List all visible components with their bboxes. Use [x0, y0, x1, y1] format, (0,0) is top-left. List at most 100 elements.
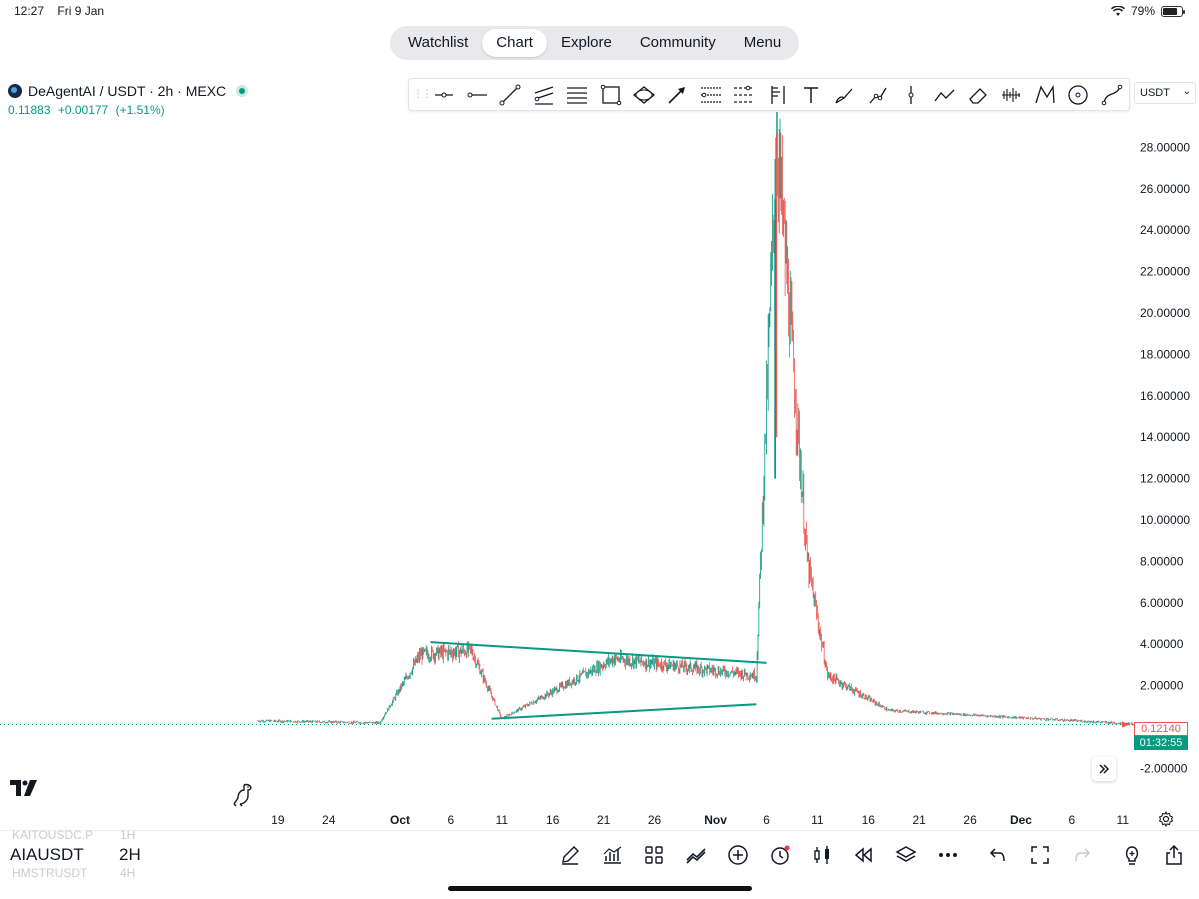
- candles: [257, 112, 1143, 726]
- alert-button[interactable]: [767, 842, 793, 868]
- parallel-channel-icon[interactable]: [527, 80, 560, 110]
- vertical-marker-icon[interactable]: [894, 80, 927, 110]
- fullscreen-button[interactable]: [1027, 842, 1053, 868]
- price-tick-label: 6.00000: [1140, 596, 1184, 610]
- redo-icon: [1075, 848, 1091, 862]
- compare-icon: [686, 848, 706, 864]
- price-tick-label: 10.00000: [1140, 513, 1190, 527]
- redo-button[interactable]: [1069, 842, 1095, 868]
- current-timeframe[interactable]: 2H: [119, 845, 141, 865]
- price-tick-label: 30.00000: [1140, 112, 1190, 113]
- share-button[interactable]: [1161, 842, 1187, 868]
- picker-next-item[interactable]: HMSTRUSDT 4H: [12, 866, 135, 880]
- curve-icon[interactable]: [1095, 80, 1128, 110]
- picker-prev-symbol: KAITOUSDC.P: [12, 828, 94, 842]
- horizontal-ray-icon[interactable]: [460, 80, 493, 110]
- share-icon: [1166, 844, 1182, 865]
- legend-title[interactable]: DeAgentAI / USDT · 2h · MEXC: [28, 83, 226, 99]
- status-date: Fri 9 Jan: [57, 4, 105, 18]
- wave-pattern-icon[interactable]: [995, 80, 1028, 110]
- scroll-to-realtime-button[interactable]: [1092, 757, 1116, 781]
- time-tick-label: 16: [862, 813, 876, 827]
- fib-retracement-icon[interactable]: [694, 80, 727, 110]
- price-tick-label: 16.00000: [1140, 389, 1190, 403]
- tab-watchlist[interactable]: Watchlist: [394, 29, 482, 57]
- status-time: 12:27: [14, 4, 45, 18]
- replay-icon: [854, 847, 872, 863]
- time-tick-label: 24: [322, 813, 336, 827]
- replay-button[interactable]: [851, 842, 877, 868]
- ideas-button[interactable]: [1119, 842, 1145, 868]
- chart-settings-icon[interactable]: [1158, 811, 1174, 827]
- legend-title-row: DeAgentAI / USDT · 2h · MEXC: [8, 83, 249, 99]
- tab-chart[interactable]: Chart: [482, 29, 547, 57]
- circle-icon[interactable]: [1061, 80, 1094, 110]
- price-chart[interactable]: 30.00000 28.00000 26.00000 24.00000 22.00000…: [0, 112, 1199, 830]
- tradingview-logo: [10, 780, 38, 801]
- price-tick-label: -2.00000: [1140, 761, 1188, 775]
- fib-extension-icon[interactable]: [728, 80, 761, 110]
- price-tick-label: 14.00000: [1140, 430, 1190, 444]
- trendline[interactable]: [491, 703, 757, 720]
- picker-next-timeframe: 4H: [120, 866, 136, 880]
- chart-type-button[interactable]: [809, 842, 835, 868]
- chevron-down-icon: ⌄: [1182, 86, 1191, 97]
- compare-button[interactable]: [683, 842, 709, 868]
- price-tick-label: 24.00000: [1140, 223, 1190, 237]
- battery-fill: [1163, 7, 1178, 15]
- tab-community[interactable]: Community: [626, 29, 730, 57]
- indicators-icon: [603, 846, 622, 864]
- trend-angle-icon[interactable]: [427, 80, 460, 110]
- rectangle-icon[interactable]: [594, 80, 627, 110]
- tab-explore[interactable]: Explore: [547, 29, 626, 57]
- horizontal-lines-icon[interactable]: [561, 80, 594, 110]
- object-tree-button[interactable]: [893, 842, 919, 868]
- xabcd-pattern-icon[interactable]: [1028, 80, 1061, 110]
- draw-button[interactable]: [557, 842, 583, 868]
- price-axis: 30.00000 28.00000 26.00000 24.00000 22.00000…: [1140, 112, 1190, 775]
- ellipse-icon[interactable]: [627, 80, 660, 110]
- trendlines: [430, 641, 767, 720]
- status-bar: 12:27 Fri 9 Jan 79%: [0, 0, 1199, 22]
- time-tick-label: 21: [597, 813, 611, 827]
- price-tick-label: 22.00000: [1140, 265, 1190, 279]
- price-tick-label: 8.00000: [1140, 554, 1184, 568]
- more-button[interactable]: [935, 842, 961, 868]
- arrow-icon[interactable]: [661, 80, 694, 110]
- dinosaur-icon: [233, 783, 252, 807]
- layouts-button[interactable]: [641, 842, 667, 868]
- indicators-button[interactable]: [599, 842, 625, 868]
- double-chevron-right-icon: [1099, 764, 1110, 774]
- trendline[interactable]: [430, 641, 767, 664]
- price-tick-label: 28.00000: [1140, 140, 1190, 154]
- picker-prev-item[interactable]: KAITOUSDC.P 1H: [12, 828, 135, 842]
- market-open-icon: [236, 85, 249, 97]
- layouts-icon: [645, 846, 663, 864]
- current-symbol[interactable]: AIAUSDT: [10, 845, 84, 865]
- price-tick-label: 20.00000: [1140, 306, 1190, 320]
- bar-countdown-label: 01:32:55: [1134, 736, 1188, 750]
- bottom-divider: [0, 830, 1199, 831]
- trend-line-icon[interactable]: [494, 80, 527, 110]
- time-tick-label: 11: [496, 813, 509, 827]
- coin-logo-icon: [8, 84, 22, 98]
- last-price-label: 0.12140: [1134, 722, 1188, 736]
- status-right: 79%: [1110, 4, 1185, 18]
- undo-button[interactable]: [985, 842, 1011, 868]
- brush-icon[interactable]: [828, 80, 861, 110]
- currency-select[interactable]: USDT ⌄: [1134, 82, 1196, 104]
- price-tick-label: 4.00000: [1140, 637, 1184, 651]
- eraser-icon[interactable]: [961, 80, 994, 110]
- path-icon[interactable]: [861, 80, 894, 110]
- time-tick-label: Nov: [704, 813, 727, 827]
- add-button[interactable]: [725, 842, 751, 868]
- tab-menu[interactable]: Menu: [730, 29, 796, 57]
- pen-icon: [562, 846, 579, 865]
- polyline-icon[interactable]: [928, 80, 961, 110]
- drag-handle-icon[interactable]: ⋮⋮: [413, 89, 432, 100]
- time-axis: 19 24 Oct 6 11 16 21 26 Nov 6 11 16 21 26 Dec 6 11: [271, 813, 1129, 827]
- pitchfork-icon[interactable]: [761, 80, 794, 110]
- undo-icon: [989, 848, 1005, 862]
- text-icon[interactable]: [794, 80, 827, 110]
- time-tick-label: 11: [1117, 813, 1130, 827]
